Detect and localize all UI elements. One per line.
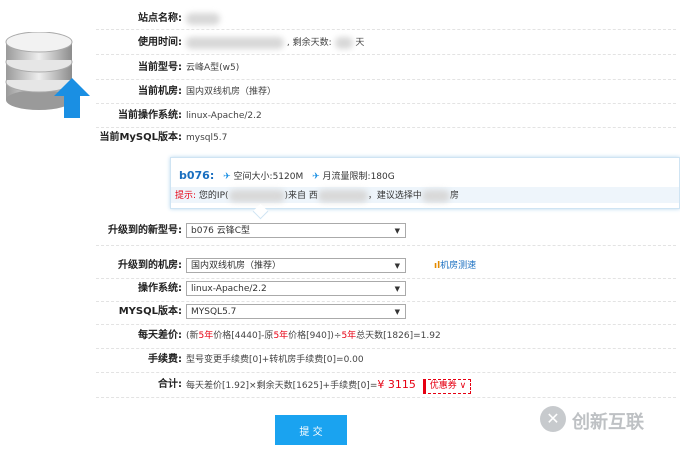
tip-text: 您的IP( (198, 191, 229, 201)
days-unit: 天 (355, 38, 365, 48)
os-row: 操作系统: linux-Apache/2.2 ▼ (0, 279, 680, 299)
daily-diff-formula: (新5年价格[4440]-原5年价格[940])÷5年总天数[1826]=1.9… (186, 331, 441, 341)
new-model-select[interactable]: b076 云锋C型 ▼ (186, 223, 406, 238)
site-name-row: 站点名称: (0, 9, 680, 29)
logo-icon: ✕ (540, 406, 566, 432)
tip-label: 提示: (175, 191, 197, 201)
redacted-days (334, 36, 353, 49)
chevron-down-icon: ▼ (394, 227, 400, 235)
new-model-label: 升级到的新型号: (108, 225, 182, 236)
current-mysql-row: 当前MySQL版本: mysql5.7 (0, 128, 680, 148)
current-room-row: 当前机房: 国内双线机房（推荐） (0, 82, 680, 102)
current-room-label: 当前机房: (138, 86, 182, 97)
total-row: 合计: 每天差价[1.92]×剩余天数[1625]+手续费[0]=¥ 3115 … (0, 375, 680, 395)
chevron-down-icon: ▼ (394, 308, 400, 316)
mysql-select[interactable]: MYSQL5.7 ▼ (186, 304, 406, 319)
watermark-text: 创新互联 (572, 412, 644, 433)
new-room-label: 升级到的机房: (118, 260, 182, 271)
new-room-select[interactable]: 国内双线机房（推荐） ▼ (186, 258, 406, 273)
chevron-down-icon: ▼ (394, 262, 400, 270)
current-mysql-label: 当前MySQL版本: (99, 132, 182, 143)
current-os-label: 当前操作系统: (118, 110, 182, 121)
daily-diff-row: 每天差价: (新5年价格[4440]-原5年价格[940])÷5年总天数[182… (0, 326, 680, 346)
submit-button[interactable]: 提 交 (275, 415, 347, 445)
current-room-value: 国内双线机房（推荐） (186, 87, 277, 97)
current-model-value: 云峰A型(w5) (186, 63, 240, 73)
traffic-icon: ✈ (312, 172, 320, 182)
watermark-logo: ✕ 创新互联 (540, 404, 678, 436)
mysql-label: MYSQL版本: (118, 306, 182, 317)
new-model-row: 升级到的新型号: b076 云锋C型 ▼ (0, 221, 680, 241)
mysql-row: MYSQL版本: MYSQL5.7 ▼ (0, 302, 680, 322)
total-amount: ¥ 3115 (377, 378, 416, 391)
os-select[interactable]: linux-Apache/2.2 ▼ (186, 281, 406, 296)
model-code: b076: (179, 169, 215, 182)
fee-label: 手续费: (148, 354, 182, 365)
usage-time-label: 使用时间: (138, 37, 182, 48)
speed-test-link[interactable]: ıl机房测速 (434, 256, 476, 276)
fee-row: 手续费: 型号变更手续费[0]+转机房手续费[0]=0.00 (0, 350, 680, 370)
usage-time-row: 使用时间: , 剩余天数: 天 (0, 33, 680, 53)
site-name-label: 站点名称: (138, 13, 182, 24)
space-size: 空间大小:5120M (233, 172, 304, 182)
model-info-card: b076: ✈ 空间大小:5120M ✈ 月流量限制:180G 提示: 您的IP… (170, 157, 680, 220)
fee-value: 型号变更手续费[0]+转机房手续费[0]=0.00 (186, 355, 364, 365)
traffic-limit: 月流量限制:180G (322, 172, 395, 182)
current-model-label: 当前型号: (138, 62, 182, 73)
redacted-usage-time (186, 36, 284, 49)
os-label: 操作系统: (138, 283, 182, 294)
total-formula: 每天差价[1.92]×剩余天数[1625]+手续费[0]= (186, 381, 378, 391)
chevron-down-icon: ▼ (394, 285, 400, 293)
current-mysql-value: mysql5.7 (186, 133, 228, 143)
total-label: 合计: (158, 379, 182, 390)
current-model-row: 当前型号: 云峰A型(w5) (0, 58, 680, 78)
daily-diff-label: 每天差价: (138, 330, 182, 341)
remaining-days-label: , 剩余天数: (286, 38, 332, 48)
space-icon: ✈ (223, 172, 231, 182)
redacted-site-name (186, 12, 220, 25)
current-os-value: linux-Apache/2.2 (186, 111, 262, 121)
coupon-button[interactable]: 优惠券 ∨ (422, 379, 472, 394)
new-room-row: 升级到的机房: 国内双线机房（推荐） ▼ ıl机房测速 (0, 256, 680, 276)
current-os-row: 当前操作系统: linux-Apache/2.2 (0, 106, 680, 126)
